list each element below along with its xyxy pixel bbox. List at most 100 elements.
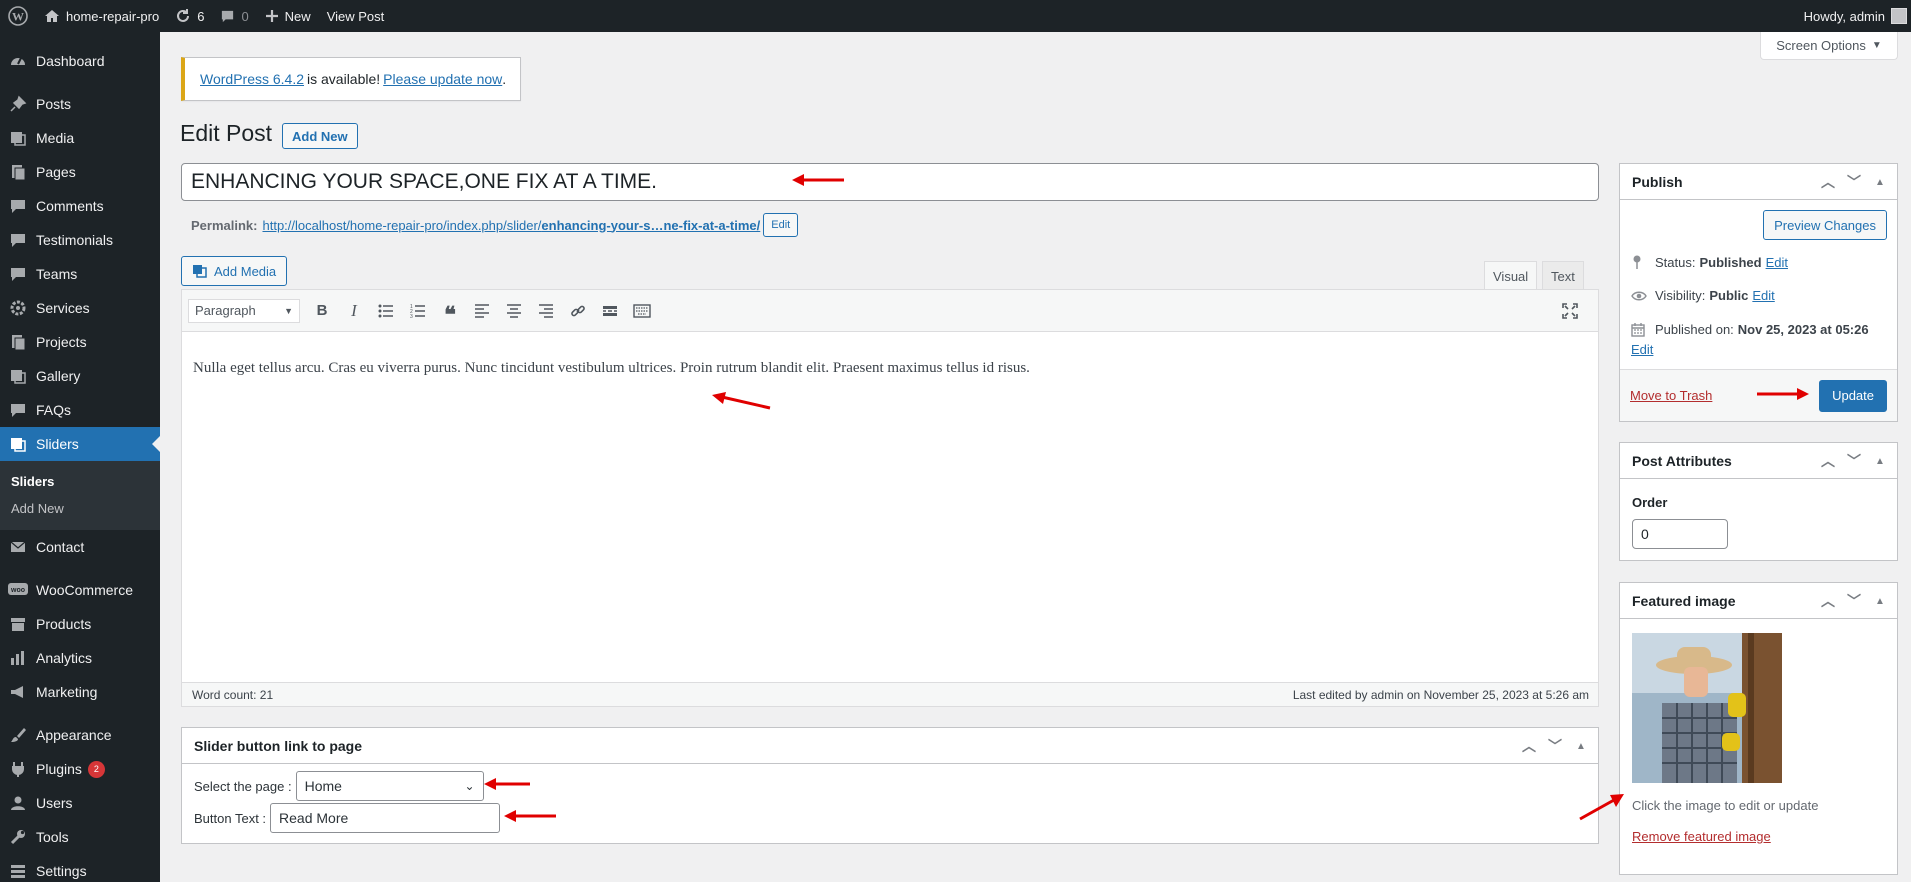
view-post-link[interactable]: View Post xyxy=(319,0,393,32)
button-text-input[interactable]: Read More xyxy=(270,803,501,833)
align-center-icon[interactable] xyxy=(500,297,528,325)
sidebar-item-contact[interactable]: Contact xyxy=(0,530,160,564)
sidebar-item-settings[interactable]: Settings xyxy=(0,854,160,882)
bold-icon[interactable]: B xyxy=(308,297,336,325)
toolbar-toggle-icon[interactable] xyxy=(628,297,656,325)
bullet-list-icon[interactable] xyxy=(372,297,400,325)
sidebar-item-label: Sliders xyxy=(36,436,79,452)
chevron-up-icon[interactable]: ︿ xyxy=(1815,591,1841,611)
italic-icon[interactable]: I xyxy=(340,297,368,325)
remove-featured-image-link[interactable]: Remove featured image xyxy=(1632,829,1771,844)
sidebar-item-dashboard[interactable]: Dashboard xyxy=(0,44,160,78)
chevron-down-icon[interactable]: ﹀ xyxy=(1542,736,1568,756)
sidebar-item-pages[interactable]: Pages xyxy=(0,155,160,189)
chevron-down-icon[interactable]: ﹀ xyxy=(1841,172,1867,192)
format-select[interactable]: Paragraph ▼ xyxy=(188,298,300,323)
sidebar-item-woocommerce[interactable]: woo WooCommerce xyxy=(0,573,160,607)
chevron-up-icon[interactable]: ︿ xyxy=(1516,736,1542,756)
sidebar-item-products[interactable]: Products xyxy=(0,607,160,641)
comments-link[interactable]: 0 xyxy=(212,0,256,32)
site-name-link[interactable]: home-repair-pro xyxy=(36,0,167,32)
sidebar-item-tools[interactable]: Tools xyxy=(0,820,160,854)
sidebar-item-testimonials[interactable]: Testimonials xyxy=(0,223,160,257)
status-edit-link[interactable]: Edit xyxy=(1766,255,1788,270)
brush-icon xyxy=(8,725,28,745)
toggle-panel-icon[interactable]: ▲ xyxy=(1867,177,1893,188)
sidebar-item-services[interactable]: Services xyxy=(0,291,160,325)
published-on-edit-link[interactable]: Edit xyxy=(1631,342,1653,357)
sidebar-item-marketing[interactable]: Marketing xyxy=(0,675,160,709)
sidebar-item-sliders[interactable]: Sliders xyxy=(0,427,160,461)
chevron-down-icon[interactable]: ﹀ xyxy=(1841,451,1867,471)
submenu-item-sliders[interactable]: Sliders xyxy=(0,468,160,495)
featured-image-thumbnail[interactable] xyxy=(1632,633,1782,783)
page-title: Edit Post xyxy=(180,120,273,146)
sidebar-item-label: Products xyxy=(36,616,92,632)
preview-changes-button[interactable]: Preview Changes xyxy=(1763,210,1887,240)
tab-visual[interactable]: Visual xyxy=(1484,261,1538,291)
link-icon[interactable] xyxy=(564,297,592,325)
toggle-panel-icon[interactable]: ▲ xyxy=(1867,456,1893,467)
update-button[interactable]: Update xyxy=(1819,379,1887,412)
read-more-icon[interactable] xyxy=(596,297,624,325)
toggle-panel-icon[interactable]: ▲ xyxy=(1568,741,1594,752)
sidebar-item-analytics[interactable]: Analytics xyxy=(0,641,160,675)
permalink-link[interactable]: http://localhost/home-repair-pro/index.p… xyxy=(262,218,760,233)
sidebar-item-label: Pages xyxy=(36,164,76,180)
sidebar-item-media[interactable]: Media xyxy=(0,121,160,155)
updates-count: 6 xyxy=(197,8,205,24)
annotation-arrow xyxy=(712,392,771,410)
updates-link[interactable]: 6 xyxy=(167,0,212,32)
sidebar-item-label: Teams xyxy=(36,266,78,282)
page-select[interactable]: Home ⌄ xyxy=(295,771,484,801)
featured-image-hint: Click the image to edit or update xyxy=(1632,798,1819,813)
wordpress-version-link[interactable]: WordPress 6.4.2 xyxy=(200,71,304,87)
settings-icon xyxy=(8,861,28,881)
permalink-edit-button[interactable]: Edit xyxy=(763,213,799,237)
blockquote-icon[interactable]: ❝ xyxy=(436,297,464,325)
sidebar-item-comments[interactable]: Comments xyxy=(0,189,160,223)
permalink-slug: enhancing-your-s…ne-fix-at-a-time/ xyxy=(541,217,761,233)
align-left-icon[interactable] xyxy=(468,297,496,325)
svg-text:3: 3 xyxy=(410,314,413,318)
sidebar-item-faqs[interactable]: FAQs xyxy=(0,393,160,427)
screen-options-toggle[interactable]: Screen Options ▼ xyxy=(1760,32,1898,60)
add-new-post-button[interactable]: Add New xyxy=(282,123,358,149)
sidebar-item-posts[interactable]: Posts xyxy=(0,87,160,121)
tab-text[interactable]: Text xyxy=(1542,261,1584,290)
order-input[interactable]: 0 xyxy=(1632,519,1728,549)
comment-icon xyxy=(8,264,28,284)
editor-content[interactable]: Nulla eget tellus arcu. Cras eu viverra … xyxy=(182,332,1598,405)
move-to-trash-link[interactable]: Move to Trash xyxy=(1630,388,1712,403)
chevron-up-icon[interactable]: ︿ xyxy=(1815,451,1841,471)
plugin-icon xyxy=(8,759,28,779)
sidebar-item-label: FAQs xyxy=(36,402,72,418)
sidebar-item-gallery[interactable]: Gallery xyxy=(0,359,160,393)
sidebar-item-projects[interactable]: Projects xyxy=(0,325,160,359)
visibility-edit-link[interactable]: Edit xyxy=(1752,288,1774,303)
numbered-list-icon[interactable]: 123 xyxy=(404,297,432,325)
sidebar-item-label: Testimonials xyxy=(36,232,114,248)
toggle-panel-icon[interactable]: ▲ xyxy=(1867,596,1893,607)
sidebar-item-appearance[interactable]: Appearance xyxy=(0,718,160,752)
submenu-item-add-new[interactable]: Add New xyxy=(0,495,160,522)
update-notice: WordPress 6.4.2 is available! Please upd… xyxy=(181,57,521,101)
admin-sidebar: Dashboard Posts Media Pages Comments Tes… xyxy=(0,32,160,882)
chevron-up-icon[interactable]: ︿ xyxy=(1815,172,1841,192)
new-content-link[interactable]: New xyxy=(257,0,319,32)
new-label: New xyxy=(284,8,311,24)
sidebar-item-users[interactable]: Users xyxy=(0,786,160,820)
chevron-down-icon[interactable]: ﹀ xyxy=(1841,591,1867,611)
sidebar-item-plugins[interactable]: Plugins 2 xyxy=(0,752,160,786)
fullscreen-icon[interactable] xyxy=(1556,297,1584,325)
update-now-link[interactable]: Please update now xyxy=(383,71,502,87)
wordpress-logo-icon[interactable]: W xyxy=(0,0,36,32)
avatar[interactable] xyxy=(1891,8,1907,24)
align-right-icon[interactable] xyxy=(532,297,560,325)
sidebar-item-teams[interactable]: Teams xyxy=(0,257,160,291)
add-media-button[interactable]: Add Media xyxy=(181,256,288,286)
mail-icon xyxy=(8,537,28,557)
post-title-input[interactable]: ENHANCING YOUR SPACE,ONE FIX AT A TIME. xyxy=(181,163,1599,201)
account-greeting[interactable]: Howdy, admin xyxy=(1796,0,1885,32)
pin-icon xyxy=(1631,254,1649,270)
